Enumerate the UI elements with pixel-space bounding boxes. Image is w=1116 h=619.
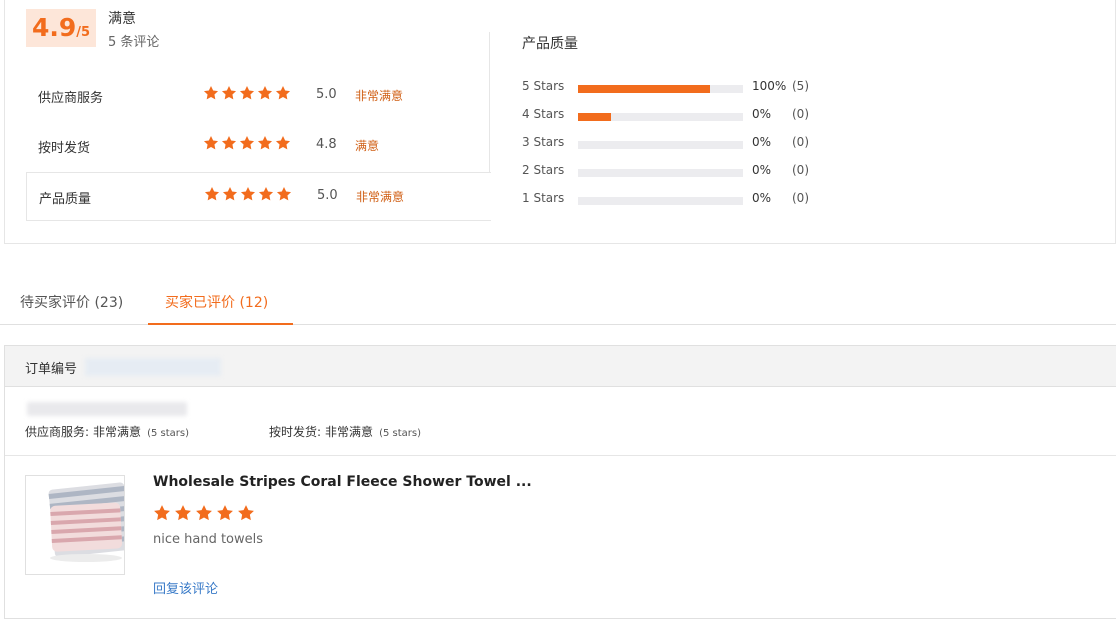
distribution-bar [578,169,743,177]
review-count: 5 条评论 [108,35,160,50]
star-icon [175,505,191,521]
distribution-bar [578,141,743,149]
star-icon [240,186,256,201]
distribution-bar [578,113,743,121]
redacted-buyer-info [27,402,187,416]
star-icon [203,135,219,150]
supplier-service-stars: (5 stars) [147,428,189,439]
distribution-bar [578,85,743,93]
star-icon [217,505,233,521]
order-service-ratings: 供应商服务: 非常满意 (5 stars) 按时发货: 非常满意 (5 star… [25,423,421,440]
rating-label: 产品质量 [39,192,92,207]
star-icon [275,85,291,100]
star-icon [239,85,255,100]
distribution-label: 4 Stars [522,107,565,121]
overall-score: 4.9 [31,13,77,42]
rating-label: 供应商服务 [38,91,104,106]
star-icon [238,505,254,521]
distribution-row-3: 3 Stars 0% (0) [522,135,822,153]
on-time-value: 非常满意 [325,425,374,439]
star-rating [203,135,291,151]
distribution-row-4: 4 Stars 0% (0) [522,107,822,125]
star-icon [276,186,292,201]
star-rating [204,186,292,202]
star-icon [222,186,238,201]
overall-score-max: /5 [76,25,91,40]
distribution-percent: 0% [752,163,772,177]
distribution-count: (0) [792,135,809,149]
review-tabs: 待买家评价 (23) 买家已评价 (12) [0,280,1116,325]
tab-buyer-reviewed[interactable]: 买家已评价 (12) [165,292,268,312]
reply-review-link[interactable]: 回复该评论 [153,578,218,597]
star-rating [203,85,291,101]
rating-word: 非常满意 [356,190,405,204]
rating-row-on-time-delivery[interactable]: 按时发货 4.8 满意 [26,122,491,171]
rating-word: 满意 [355,139,380,153]
distribution-bar [578,197,743,205]
distribution-label: 5 Stars [522,79,565,93]
order-divider [5,455,1116,456]
order-header: 订单编号 [5,346,1116,387]
redacted-order-number [85,358,221,376]
star-icon [221,85,237,100]
rating-value: 4.8 [316,137,337,152]
supplier-service-value: 非常满意 [93,425,142,439]
distribution-bar-fill [578,85,710,93]
star-icon [196,505,212,521]
product-thumbnail[interactable] [25,475,125,575]
on-time-label: 按时发货: [269,425,322,439]
distribution-percent: 100% [752,79,787,93]
distribution-label: 2 Stars [522,163,565,177]
rating-value: 5.0 [317,188,338,203]
active-tab-indicator [148,323,293,325]
product-title[interactable]: Wholesale Stripes Coral Fleece Shower To… [153,474,532,490]
quality-distribution-title: 产品质量 [522,36,578,52]
star-icon [275,135,291,150]
on-time-stars: (5 stars) [379,428,421,439]
rating-row-supplier-service[interactable]: 供应商服务 5.0 非常满意 [26,72,491,121]
distribution-count: (0) [792,163,809,177]
distribution-bar-fill [578,113,611,121]
star-icon [203,85,219,100]
distribution-label: 1 Stars [522,191,565,205]
distribution-row-2: 2 Stars 0% (0) [522,163,822,181]
distribution-count: (0) [792,191,809,205]
towel-image-icon [26,476,124,574]
distribution-label: 3 Stars [522,135,565,149]
star-icon [221,135,237,150]
tab-pending-buyer-review[interactable]: 待买家评价 (23) [20,292,123,312]
overall-score-word: 满意 [108,11,136,27]
order-number-label: 订单编号 [25,362,78,377]
distribution-percent: 0% [752,107,772,121]
star-icon [257,135,273,150]
rating-value: 5.0 [316,87,337,102]
star-icon [239,135,255,150]
overall-score-badge: 4.9 /5 [26,9,96,47]
rating-label: 按时发货 [38,141,91,156]
overall-rating-panel: 4.9 /5 满意 5 条评论 供应商服务 5.0 非常满意 按时发货 4.8 … [5,0,491,244]
star-icon [257,85,273,100]
distribution-percent: 0% [752,191,772,205]
review-text: nice hand towels [153,532,264,547]
order-review-card: 订单编号 供应商服务: 非常满意 (5 stars) 按时发货: 非常满意 (5… [4,345,1116,619]
distribution-count: (5) [792,79,809,93]
rating-word: 非常满意 [355,89,404,103]
distribution-row-1: 1 Stars 0% (0) [522,191,822,209]
star-icon [204,186,220,201]
distribution-count: (0) [792,107,809,121]
rating-summary-card: 4.9 /5 满意 5 条评论 供应商服务 5.0 非常满意 按时发货 4.8 … [4,0,1116,244]
star-icon [258,186,274,201]
star-icon [154,505,170,521]
distribution-percent: 0% [752,135,772,149]
review-star-rating [153,504,255,522]
supplier-service-label: 供应商服务: [25,425,90,439]
rating-row-product-quality[interactable]: 产品质量 5.0 非常满意 [26,172,491,221]
distribution-row-5: 5 Stars 100% (5) [522,79,822,97]
